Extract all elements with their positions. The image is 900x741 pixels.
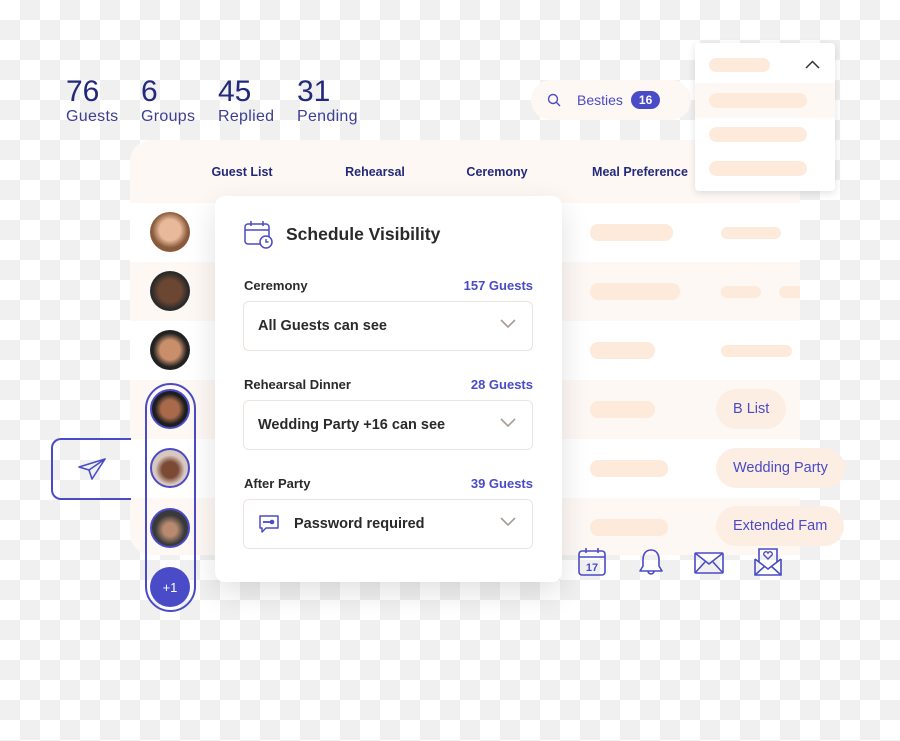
guest-count: 39 Guests [470, 476, 533, 491]
avatar[interactable] [150, 389, 190, 429]
paper-plane-icon [78, 458, 106, 480]
group-tag[interactable]: Extended Fam [716, 506, 845, 546]
stat-groups: 6 Groups [141, 76, 195, 126]
column-header[interactable]: Ceremony [466, 165, 527, 179]
avatar[interactable] [150, 330, 190, 370]
column-header[interactable]: Rehearsal [345, 165, 405, 179]
calendar-clock-icon [244, 221, 273, 249]
select-value: Password required [294, 516, 425, 532]
key-chat-icon [259, 515, 279, 533]
modal-title: Schedule Visibility [286, 224, 441, 244]
chevron-down-icon [500, 418, 516, 428]
after-party-visibility-select[interactable]: Password required [243, 499, 533, 549]
avatar[interactable] [150, 212, 190, 252]
stat-value: 76 [66, 75, 100, 108]
count-badge: 16 [630, 91, 661, 109]
rehearsal-visibility-select[interactable]: Wedding Party +16 can see [243, 400, 533, 450]
stat-label: Groups [141, 108, 196, 125]
more-guests-button[interactable]: +1 [150, 567, 190, 607]
filter-dropdown[interactable] [695, 43, 835, 191]
select-value: All Guests can see [258, 318, 387, 334]
ceremony-visibility-select[interactable]: All Guests can see [243, 301, 533, 351]
guest-count: 28 Guests [470, 377, 533, 392]
field-label: Rehearsal Dinner [244, 377, 351, 392]
calendar-icon[interactable]: 17 [578, 548, 606, 576]
field-label: After Party [244, 476, 311, 491]
chevron-up-icon[interactable] [805, 60, 820, 69]
stat-label: Pending [297, 108, 358, 125]
avatar[interactable] [150, 448, 190, 488]
stat-value: 6 [141, 75, 158, 108]
search-icon [547, 93, 561, 107]
stat-guests: 76 Guests [66, 76, 119, 126]
column-header[interactable]: Guest List [211, 165, 272, 179]
dropdown-option[interactable] [695, 118, 835, 153]
dropdown-option[interactable] [695, 83, 835, 118]
mail-icon[interactable] [694, 552, 724, 574]
stat-value: 45 [218, 75, 252, 108]
bell-icon[interactable] [638, 548, 664, 576]
stat-value: 31 [297, 75, 331, 108]
field-label: Ceremony [244, 278, 308, 293]
select-value: Wedding Party +16 can see [258, 417, 446, 433]
send-button[interactable] [51, 438, 131, 500]
column-header[interactable]: Meal Preference [592, 165, 688, 179]
chevron-down-icon [500, 517, 516, 527]
stat-replied: 45 Replied [218, 76, 274, 126]
group-tag[interactable]: Wedding Party [716, 448, 845, 488]
schedule-visibility-modal: Schedule Visibility Ceremony 157 Guests … [215, 196, 562, 582]
guest-count: 157 Guests [463, 278, 533, 293]
avatar[interactable] [150, 508, 190, 548]
group-tag[interactable]: B List [716, 389, 787, 429]
stat-label: Guests [66, 108, 119, 125]
calendar-day: 17 [586, 562, 598, 574]
stat-label: Replied [218, 108, 275, 125]
search-filter[interactable]: Besties 16 [531, 80, 691, 120]
dropdown-option[interactable] [695, 153, 835, 188]
avatar[interactable] [150, 271, 190, 311]
search-query: Besties [577, 92, 623, 108]
stat-pending: 31 Pending [297, 76, 358, 126]
chevron-down-icon [500, 319, 516, 329]
love-letter-icon[interactable] [754, 548, 782, 576]
